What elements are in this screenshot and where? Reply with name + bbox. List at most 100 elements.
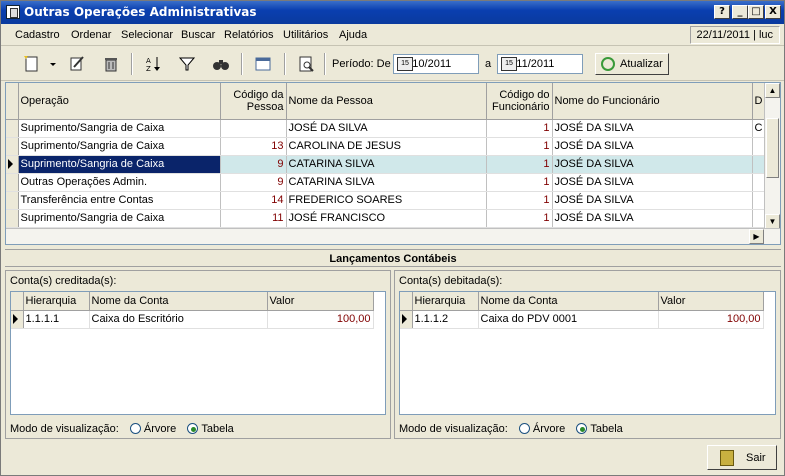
cell-nome-funcionario[interactable]: JOSÉ DA SILVA (552, 209, 753, 228)
table-row[interactable]: 1.1.1.2 Caixa do PDV 0001 100,00 (400, 310, 764, 329)
table-row[interactable]: Suprimento/Sangria de Caixa 13 CAROLINA … (6, 137, 780, 156)
cell-valor[interactable]: 100,00 (658, 310, 764, 329)
radio-arvore-label[interactable]: Árvore (533, 423, 565, 435)
cell-operacao[interactable]: Suprimento/Sangria de Caixa (18, 137, 221, 156)
col-header-nome-conta[interactable]: Nome da Conta (478, 292, 659, 311)
menu-cadastro[interactable]: Cadastro (15, 29, 60, 41)
cell-nome-pessoa[interactable]: FREDERICO SOARES (286, 191, 487, 210)
window-layout-icon[interactable] (254, 55, 272, 73)
close-button[interactable]: X (765, 5, 781, 19)
operations-grid[interactable]: Operação Código da Pessoa Nome da Pessoa… (5, 82, 781, 245)
cell-nome-pessoa[interactable]: JOSÉ DA SILVA (286, 119, 487, 138)
cell-codigo-pessoa[interactable]: 9 (220, 155, 287, 174)
atualizar-button[interactable]: Atualizar (595, 53, 669, 75)
date-to-field[interactable]: 22/11/2011 15 (497, 54, 583, 74)
cell-codigo-funcionario[interactable]: 1 (486, 119, 553, 138)
help-button[interactable]: ? (714, 5, 730, 19)
window-title: Outras Operações Administrativas (24, 5, 257, 19)
cell-nome-funcionario[interactable]: JOSÉ DA SILVA (552, 191, 753, 210)
cell-nome-funcionario[interactable]: JOSÉ DA SILVA (552, 173, 753, 192)
radio-arvore[interactable] (518, 423, 530, 434)
col-header-codigo-funcionario[interactable]: Código do Funcionário (486, 83, 553, 120)
scroll-up-icon[interactable]: ▲ (765, 83, 780, 98)
table-row-selected[interactable]: Suprimento/Sangria de Caixa 9 CATARINA S… (6, 155, 780, 174)
col-header-nome-funcionario[interactable]: Nome do Funcionário (552, 83, 753, 120)
calendar-icon[interactable]: 15 (501, 57, 517, 71)
cell-nome-pessoa[interactable]: CATARINA SILVA (286, 173, 487, 192)
vertical-scrollbar[interactable]: ▲ ▼ (764, 83, 780, 229)
col-header-nome-pessoa[interactable]: Nome da Pessoa (286, 83, 487, 120)
cell-operacao[interactable]: Suprimento/Sangria de Caixa (18, 155, 221, 174)
cell-codigo-pessoa[interactable]: 13 (220, 137, 287, 156)
cell-operacao[interactable]: Suprimento/Sangria de Caixa (18, 119, 221, 138)
cell-codigo-funcionario[interactable]: 1 (486, 191, 553, 210)
col-header-operacao[interactable]: Operação (18, 83, 221, 120)
cell-operacao[interactable]: Suprimento/Sangria de Caixa (18, 209, 221, 228)
table-row[interactable]: Transferência entre Contas 14 FREDERICO … (6, 191, 780, 210)
cell-nome-pessoa[interactable]: JOSÉ FRANCISCO (286, 209, 487, 228)
radio-tabela[interactable] (576, 423, 588, 434)
cell-nome-funcionario[interactable]: JOSÉ DA SILVA (552, 137, 753, 156)
cell-codigo-funcionario[interactable]: 1 (486, 209, 553, 228)
menu-ordenar[interactable]: Ordenar (71, 29, 111, 41)
cell-nome-pessoa[interactable]: CAROLINA DE JESUS (286, 137, 487, 156)
horizontal-scrollbar[interactable]: ▶ (6, 228, 780, 244)
radio-tabela-label[interactable]: Tabela (590, 423, 622, 435)
cell-operacao[interactable]: Transferência entre Contas (18, 191, 221, 210)
print-preview-icon[interactable] (297, 55, 315, 73)
filter-icon[interactable] (178, 55, 196, 73)
table-row[interactable]: 1.1.1.1 Caixa do Escritório 100,00 (11, 310, 374, 329)
radio-arvore[interactable] (129, 423, 141, 434)
binoculars-search-icon[interactable] (212, 55, 230, 73)
menu-buscar[interactable]: Buscar (181, 29, 215, 41)
edit-record-icon[interactable] (68, 55, 86, 73)
cell-nome-funcionario[interactable]: JOSÉ DA SILVA (552, 119, 753, 138)
cell-codigo-pessoa[interactable]: 11 (220, 209, 287, 228)
cell-valor[interactable]: 100,00 (267, 310, 374, 329)
col-header-hierarquia[interactable]: Hierarquia (23, 292, 90, 311)
scroll-down-icon[interactable]: ▼ (765, 214, 780, 229)
cell-codigo-pessoa[interactable]: 9 (220, 173, 287, 192)
cell-nome-pessoa[interactable]: CATARINA SILVA (286, 155, 487, 174)
table-row[interactable]: Suprimento/Sangria de Caixa 11 JOSÉ FRAN… (6, 209, 780, 228)
delete-trash-icon[interactable] (102, 55, 120, 73)
scroll-right-icon[interactable]: ▶ (749, 229, 764, 244)
col-header-hierarquia[interactable]: Hierarquia (412, 292, 479, 311)
credit-accounts-grid[interactable]: Hierarquia Nome da Conta Valor 1.1.1.1 C… (10, 291, 386, 415)
col-header-nome-conta[interactable]: Nome da Conta (89, 292, 268, 311)
menu-ajuda[interactable]: Ajuda (339, 29, 367, 41)
radio-arvore-label[interactable]: Árvore (144, 423, 176, 435)
cell-nome-conta[interactable]: Caixa do PDV 0001 (478, 310, 659, 329)
table-row[interactable]: Suprimento/Sangria de Caixa JOSÉ DA SILV… (6, 119, 780, 138)
row-pointer-icon (13, 314, 18, 325)
date-from-field[interactable]: 10/10/2011 15 (393, 54, 479, 74)
radio-tabela[interactable] (187, 423, 199, 434)
scroll-thumb[interactable] (766, 118, 779, 178)
calendar-icon[interactable]: 15 (397, 57, 413, 71)
cell-codigo-funcionario[interactable]: 1 (486, 173, 553, 192)
maximize-button[interactable]: □ (748, 5, 764, 19)
radio-tabela-label[interactable]: Tabela (201, 423, 233, 435)
table-row[interactable]: Outras Operações Admin. 9 CATARINA SILVA… (6, 173, 780, 192)
new-document-icon[interactable] (23, 55, 41, 73)
menu-relatorios[interactable]: Relatórios (224, 29, 274, 41)
col-header-codigo-pessoa[interactable]: Código da Pessoa (220, 83, 287, 120)
cell-nome-conta[interactable]: Caixa do Escritório (89, 310, 268, 329)
cell-codigo-funcionario[interactable]: 1 (486, 137, 553, 156)
cell-hierarquia[interactable]: 1.1.1.2 (412, 310, 479, 329)
col-header-valor[interactable]: Valor (658, 292, 764, 311)
cell-codigo-funcionario[interactable]: 1 (486, 155, 553, 174)
dropdown-arrow-icon[interactable] (48, 55, 58, 73)
menu-utilitarios[interactable]: Utilitários (283, 29, 328, 41)
cell-operacao[interactable]: Outras Operações Admin. (18, 173, 221, 192)
cell-nome-funcionario[interactable]: JOSÉ DA SILVA (552, 155, 753, 174)
menu-selecionar[interactable]: Selecionar (121, 29, 173, 41)
cell-codigo-pessoa[interactable] (220, 119, 287, 138)
cell-hierarquia[interactable]: 1.1.1.1 (23, 310, 90, 329)
minimize-button[interactable]: _ (732, 5, 748, 19)
debit-accounts-grid[interactable]: Hierarquia Nome da Conta Valor 1.1.1.2 C… (399, 291, 776, 415)
sair-button[interactable]: Sair (707, 445, 777, 470)
cell-codigo-pessoa[interactable]: 14 (220, 191, 287, 210)
sort-az-icon[interactable]: AZ (145, 55, 163, 73)
col-header-valor[interactable]: Valor (267, 292, 374, 311)
